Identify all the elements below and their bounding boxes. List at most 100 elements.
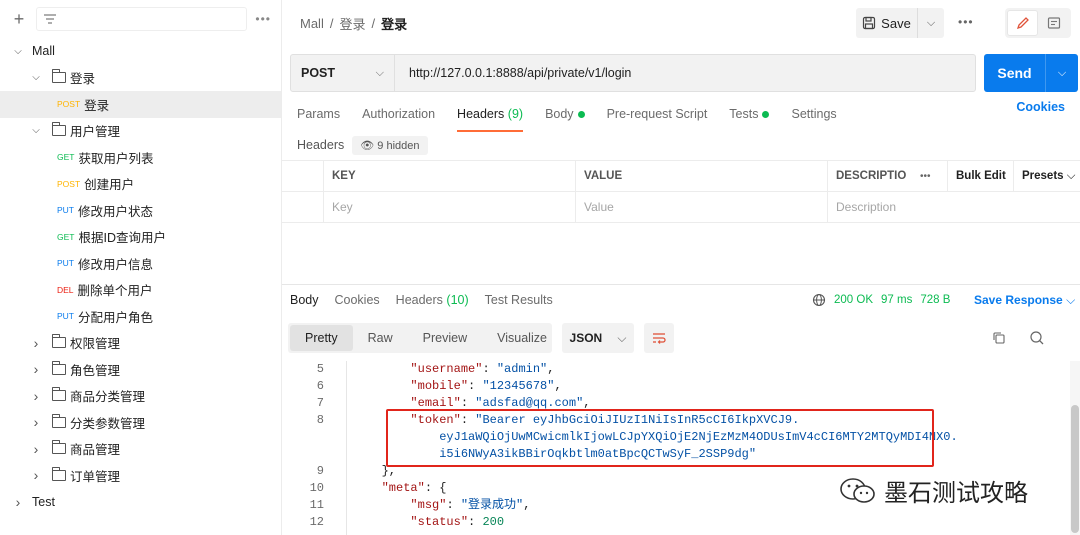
line-number: 5 <box>316 362 324 376</box>
response-size[interactable]: 728 B <box>920 294 950 306</box>
sidebar-collection-item[interactable]: › Test <box>0 489 281 516</box>
sidebar-request-item[interactable]: PUT 修改用户信息 <box>0 250 281 277</box>
save-response-label: Save Response <box>974 293 1063 307</box>
sidebar-request-item[interactable]: POST 创建用户 <box>0 171 281 198</box>
json-key: "username" <box>410 362 483 376</box>
tab-test-results[interactable]: Test Results <box>485 293 553 307</box>
tab-params[interactable]: Params <box>297 100 340 128</box>
json-value: "12345678" <box>482 379 555 393</box>
edit-icon[interactable] <box>1007 10 1038 36</box>
copy-icon[interactable] <box>992 331 1006 345</box>
scrollbar-thumb[interactable] <box>1071 405 1079 533</box>
sidebar-request-item[interactable]: PUT 分配用户角色 <box>0 303 281 330</box>
save-button[interactable]: Save ⌵ <box>856 8 944 38</box>
folder-icon <box>51 413 66 428</box>
send-label[interactable]: Send <box>984 54 1046 92</box>
sidebar-request-item[interactable]: POST 登录 <box>0 91 281 118</box>
response-tabs: Body Cookies Headers (10) Test Results 2… <box>282 285 1080 315</box>
chevron-right-icon[interactable]: › <box>30 388 42 404</box>
bulk-edit-button[interactable]: Bulk Edit <box>948 160 1014 192</box>
chevron-down-icon[interactable]: ⌵ <box>30 72 42 83</box>
more-icon[interactable]: ••• <box>255 12 271 26</box>
chevron-down-icon[interactable]: ⌵ <box>918 17 944 30</box>
chevron-down-icon[interactable]: ⌵ <box>30 125 42 136</box>
cookies-link[interactable]: Cookies <box>1016 100 1065 114</box>
sidebar-collection-item[interactable]: ⌵ Mall <box>0 38 281 65</box>
code-line: 5 "username": "admin", <box>282 361 555 378</box>
sidebar-item-label: 修改用户信息 <box>78 257 154 272</box>
sidebar-request-item[interactable]: PUT 修改用户状态 <box>0 197 281 224</box>
method-badge: POST <box>57 99 81 110</box>
sidebar-folder-item[interactable]: › 分类参数管理 <box>0 409 281 436</box>
tab-body[interactable]: Body <box>545 100 585 128</box>
presets-label: Presets <box>1022 170 1064 182</box>
url-input[interactable]: http://127.0.0.1:8888/api/private/v1/log… <box>395 66 631 80</box>
plus-icon[interactable]: + <box>10 9 28 30</box>
search-icon[interactable] <box>1029 330 1045 346</box>
documentation-icon[interactable] <box>1038 10 1069 36</box>
sidebar-request-item[interactable]: GET 根据ID查询用户 <box>0 224 281 251</box>
tab-response-body[interactable]: Body <box>290 293 319 307</box>
chevron-down-icon[interactable]: ⌵ <box>12 46 24 57</box>
chevron-right-icon[interactable]: › <box>30 414 42 430</box>
save-main-button[interactable]: Save <box>856 8 918 38</box>
description-input[interactable]: Description <box>828 192 1080 223</box>
response-toolbar: Pretty Raw Preview Visualize JSON ⌵ <box>288 323 1068 353</box>
sidebar-folder-item[interactable]: › 订单管理 <box>0 462 281 489</box>
sidebar-folder-item[interactable]: › 商品管理 <box>0 436 281 463</box>
url-box: POST ⌵ http://127.0.0.1:8888/api/private… <box>290 54 976 92</box>
language-select[interactable]: JSON ⌵ <box>562 323 634 353</box>
send-button[interactable]: Send ⌵ <box>984 54 1078 92</box>
scrollbar[interactable] <box>1070 361 1080 535</box>
tab-response-headers[interactable]: Headers (10) <box>396 293 469 307</box>
format-pretty[interactable]: Pretty <box>290 325 353 351</box>
chevron-right-icon[interactable]: › <box>12 494 24 510</box>
wrap-lines-icon[interactable] <box>644 323 674 353</box>
status-dot-icon <box>577 111 585 119</box>
format-visualize[interactable]: Visualize <box>482 325 562 351</box>
json-value: "adsfad@qq.com" <box>475 396 584 410</box>
breadcrumb-collection[interactable]: Mall <box>300 16 324 31</box>
watermark: 墨石测试攻略 <box>838 473 1028 508</box>
format-raw[interactable]: Raw <box>353 325 408 351</box>
chevron-right-icon[interactable]: › <box>30 335 42 351</box>
chevron-right-icon[interactable]: › <box>30 361 42 377</box>
tab-authorization[interactable]: Authorization <box>362 100 435 128</box>
globe-icon[interactable] <box>812 293 826 307</box>
sidebar-folder-item[interactable]: › 权限管理 <box>0 330 281 357</box>
sidebar-folder-item[interactable]: › 商品分类管理 <box>0 383 281 410</box>
hidden-headers-toggle[interactable]: 👁 9 hidden <box>352 135 428 155</box>
tab-tests[interactable]: Tests <box>729 100 770 128</box>
more-icon[interactable]: ••• <box>958 15 974 29</box>
method-select[interactable]: POST ⌵ <box>291 55 395 91</box>
chevron-right-icon[interactable]: › <box>30 441 42 457</box>
filter-input[interactable] <box>36 7 248 31</box>
tab-response-cookies[interactable]: Cookies <box>335 293 380 307</box>
response-body-code[interactable]: 5 "username": "admin", 6 "mobile": "12345… <box>282 361 1080 535</box>
chevron-down-icon[interactable]: ⌵ <box>1046 67 1078 80</box>
status-code[interactable]: 200 OK <box>834 294 873 306</box>
sidebar-request-item[interactable]: GET 获取用户列表 <box>0 144 281 171</box>
tab-prerequest-script[interactable]: Pre-request Script <box>607 100 708 128</box>
presets-dropdown[interactable]: Presets ⌵ <box>1014 161 1080 192</box>
sidebar-folder-item[interactable]: ⌵ 用户管理 <box>0 118 281 145</box>
sidebar-folder-item[interactable]: ⌵ 登录 <box>0 65 281 92</box>
tab-headers[interactable]: Headers (9) <box>457 100 524 132</box>
headers-title: Headers <box>297 138 345 152</box>
breadcrumb-folder[interactable]: 登录 <box>339 14 365 33</box>
tab-settings[interactable]: Settings <box>791 100 836 128</box>
line-number: 7 <box>316 396 324 410</box>
save-response-button[interactable]: Save Response ⌵ <box>974 293 1075 308</box>
request-tabs: Params Authorization Headers (9) Body Pr… <box>297 100 1077 132</box>
sidebar-item-label: 登录 <box>84 98 110 113</box>
chevron-right-icon[interactable]: › <box>30 467 42 483</box>
sidebar-folder-item[interactable]: › 角色管理 <box>0 356 281 383</box>
value-input[interactable]: Value <box>576 191 828 223</box>
sidebar-request-item[interactable]: DEL 删除单个用户 <box>0 277 281 304</box>
format-preview[interactable]: Preview <box>408 325 482 351</box>
json-separator: : <box>468 379 483 393</box>
more-icon[interactable]: ••• <box>912 160 948 192</box>
method-badge: PUT <box>57 311 74 322</box>
key-input[interactable]: Key <box>324 191 576 223</box>
response-time[interactable]: 97 ms <box>881 294 912 306</box>
